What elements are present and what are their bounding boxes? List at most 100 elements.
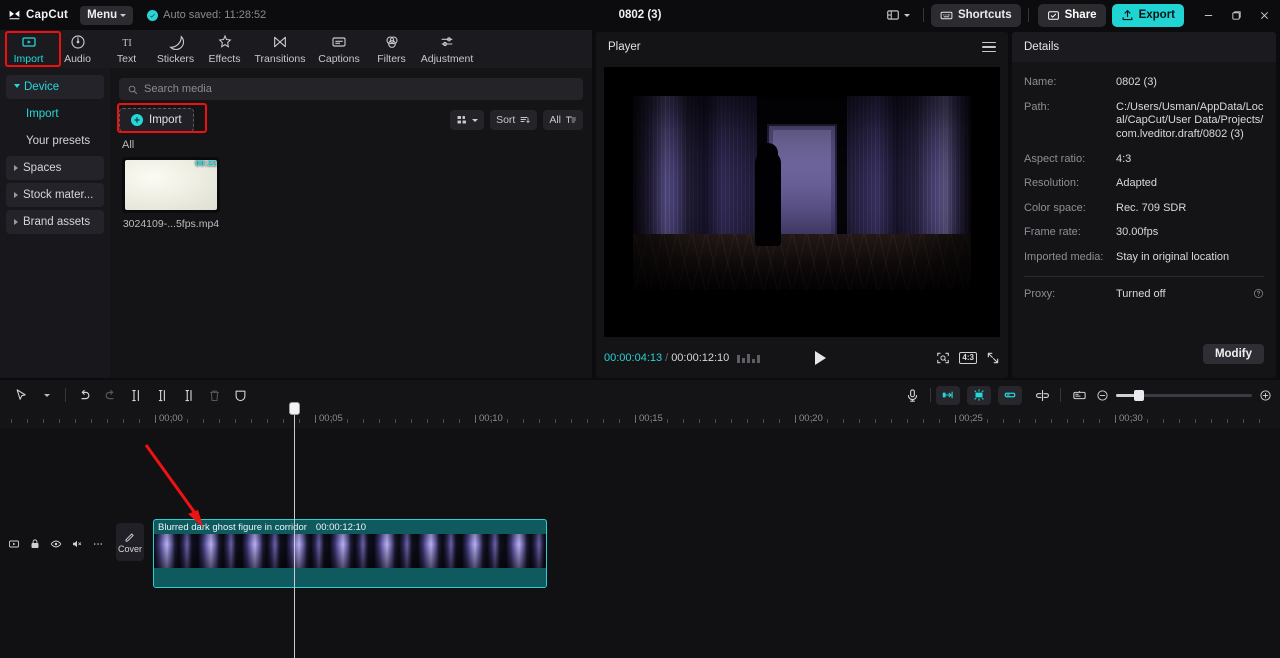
menu-button[interactable]: Menu bbox=[80, 5, 134, 25]
help-icon[interactable] bbox=[1253, 288, 1264, 299]
undo-button[interactable] bbox=[71, 384, 97, 406]
mask-button[interactable] bbox=[227, 384, 253, 406]
zoom-slider-handle[interactable] bbox=[1134, 389, 1144, 401]
redo-button[interactable] bbox=[97, 384, 123, 406]
tab-label: Captions bbox=[318, 52, 360, 65]
player-menu-icon[interactable] bbox=[982, 41, 996, 53]
unlink-clips-button[interactable] bbox=[1029, 384, 1055, 406]
modify-button[interactable]: Modify bbox=[1202, 344, 1264, 364]
select-tool-button[interactable] bbox=[8, 384, 34, 406]
video-track-icon[interactable] bbox=[8, 538, 20, 550]
timeline-ruler[interactable]: 00:0000:0500:1000:1500:2000:2500:30 bbox=[0, 410, 1280, 428]
tab-transitions[interactable]: Transitions bbox=[249, 30, 311, 68]
ruler-minor-tick bbox=[1003, 419, 1004, 423]
capcut-logo-icon bbox=[9, 10, 20, 19]
autosave-label: Auto saved: 11:28:52 bbox=[163, 9, 267, 21]
ruler-minor-tick bbox=[827, 419, 828, 423]
import-icon bbox=[21, 34, 37, 51]
divider bbox=[1060, 388, 1061, 402]
tab-captions[interactable]: Captions bbox=[311, 30, 367, 68]
view-mode-button[interactable] bbox=[450, 110, 485, 130]
mute-icon[interactable] bbox=[71, 538, 83, 550]
delete-button[interactable] bbox=[201, 384, 227, 406]
total-timecode: 00:00:12:10 bbox=[671, 352, 730, 364]
tab-filters[interactable]: Filters bbox=[367, 30, 416, 68]
ruler-minor-tick bbox=[443, 419, 444, 423]
ruler-minor-tick bbox=[683, 419, 684, 423]
tab-adjustment[interactable]: Adjustment bbox=[416, 30, 478, 68]
aspect-ratio-button[interactable]: 4:3 bbox=[959, 352, 977, 364]
levels-icon[interactable] bbox=[737, 353, 761, 363]
auto-cut-button[interactable] bbox=[967, 385, 991, 405]
close-icon bbox=[1260, 11, 1268, 19]
details-row-aspect-ratio: Aspect ratio: 4:3 bbox=[1024, 153, 1264, 167]
zoom-fit-icon[interactable] bbox=[936, 351, 950, 365]
sidebar-item-device[interactable]: Device bbox=[6, 75, 104, 99]
ruler-minor-tick bbox=[59, 419, 60, 423]
media-thumbnail[interactable]: 00:22 bbox=[122, 157, 220, 213]
tab-label: Import bbox=[13, 52, 44, 65]
details-row-color-space: Color space: Rec. 709 SDR bbox=[1024, 202, 1264, 216]
ruler-minor-tick bbox=[1211, 419, 1212, 423]
eye-icon[interactable] bbox=[50, 538, 62, 550]
filter-icon bbox=[566, 116, 576, 123]
menu-label: Menu bbox=[87, 9, 118, 21]
tab-import[interactable]: Import bbox=[4, 30, 53, 68]
share-label: Share bbox=[1064, 9, 1097, 21]
link-clips-button[interactable] bbox=[998, 385, 1022, 405]
select-tool-dropdown[interactable] bbox=[34, 384, 60, 406]
details-value: Rec. 709 SDR bbox=[1116, 201, 1187, 214]
close-button[interactable] bbox=[1250, 1, 1278, 29]
trim-left-button[interactable] bbox=[149, 384, 175, 406]
more-options-icon[interactable] bbox=[92, 538, 104, 550]
play-button[interactable] bbox=[815, 351, 827, 365]
tab-effects[interactable]: Effects bbox=[200, 30, 249, 68]
shortcuts-button[interactable]: Shortcuts bbox=[930, 3, 1021, 27]
maximize-button[interactable] bbox=[1222, 1, 1250, 29]
fullscreen-icon[interactable] bbox=[986, 351, 1000, 365]
filter-button[interactable]: All bbox=[543, 110, 583, 130]
timeline-clip[interactable]: Blurred dark ghost figure in corridor 00… bbox=[153, 519, 547, 588]
svg-text:TI: TI bbox=[122, 38, 131, 49]
zoom-out-icon[interactable] bbox=[1096, 389, 1109, 402]
trim-right-button[interactable] bbox=[175, 384, 201, 406]
sidebar-item-import[interactable]: Import bbox=[6, 102, 104, 126]
auto-fill-button[interactable] bbox=[936, 385, 960, 405]
layout-button[interactable] bbox=[880, 4, 916, 26]
tab-audio[interactable]: Audio bbox=[53, 30, 102, 68]
share-button[interactable]: Share bbox=[1037, 3, 1106, 27]
zoom-in-icon[interactable] bbox=[1259, 389, 1272, 402]
ruler-minor-tick bbox=[571, 419, 572, 423]
search-icon bbox=[128, 85, 138, 94]
sidebar-item-stock-materials[interactable]: Stock mater... bbox=[6, 183, 104, 207]
timeline-right-tools bbox=[899, 384, 1272, 406]
search-input[interactable]: Search media bbox=[119, 78, 583, 100]
minimize-button[interactable] bbox=[1194, 1, 1222, 29]
ruler-minor-tick bbox=[171, 419, 172, 423]
split-button[interactable] bbox=[123, 384, 149, 406]
lock-icon[interactable] bbox=[29, 538, 41, 550]
clip-label-bar: Blurred dark ghost figure in corridor 00… bbox=[154, 520, 546, 534]
module-tabs: Import Audio TI Text Stickers Effects Tr… bbox=[0, 30, 592, 68]
filters-icon bbox=[384, 34, 400, 51]
export-button[interactable]: Export bbox=[1111, 3, 1184, 27]
tab-text[interactable]: TI Text bbox=[102, 30, 151, 68]
sidebar-item-your-presets[interactable]: Your presets bbox=[6, 129, 104, 153]
shield-icon bbox=[235, 390, 245, 401]
details-row-path: Path: C:/Users/Usman/AppData/Local/CapCu… bbox=[1024, 101, 1264, 142]
adjust-track-height-button[interactable] bbox=[1066, 384, 1092, 406]
cursor-icon bbox=[16, 388, 26, 400]
media-item[interactable]: 00:22 3024109-...5fps.mp4 bbox=[122, 157, 220, 230]
sort-button[interactable]: Sort bbox=[490, 110, 538, 130]
horizontal-scrollbar[interactable] bbox=[0, 653, 1280, 658]
cover-button[interactable]: Cover bbox=[116, 523, 144, 561]
sidebar-item-spaces[interactable]: Spaces bbox=[6, 156, 104, 180]
divider bbox=[65, 388, 66, 402]
import-button[interactable]: Import bbox=[119, 108, 194, 132]
tab-stickers[interactable]: Stickers bbox=[151, 30, 200, 68]
zoom-slider[interactable] bbox=[1116, 389, 1252, 401]
ruler-minor-tick bbox=[987, 419, 988, 423]
sidebar-item-brand-assets[interactable]: Brand assets bbox=[6, 210, 104, 234]
layout-icon bbox=[887, 10, 899, 20]
record-voiceover-button[interactable] bbox=[899, 384, 925, 406]
